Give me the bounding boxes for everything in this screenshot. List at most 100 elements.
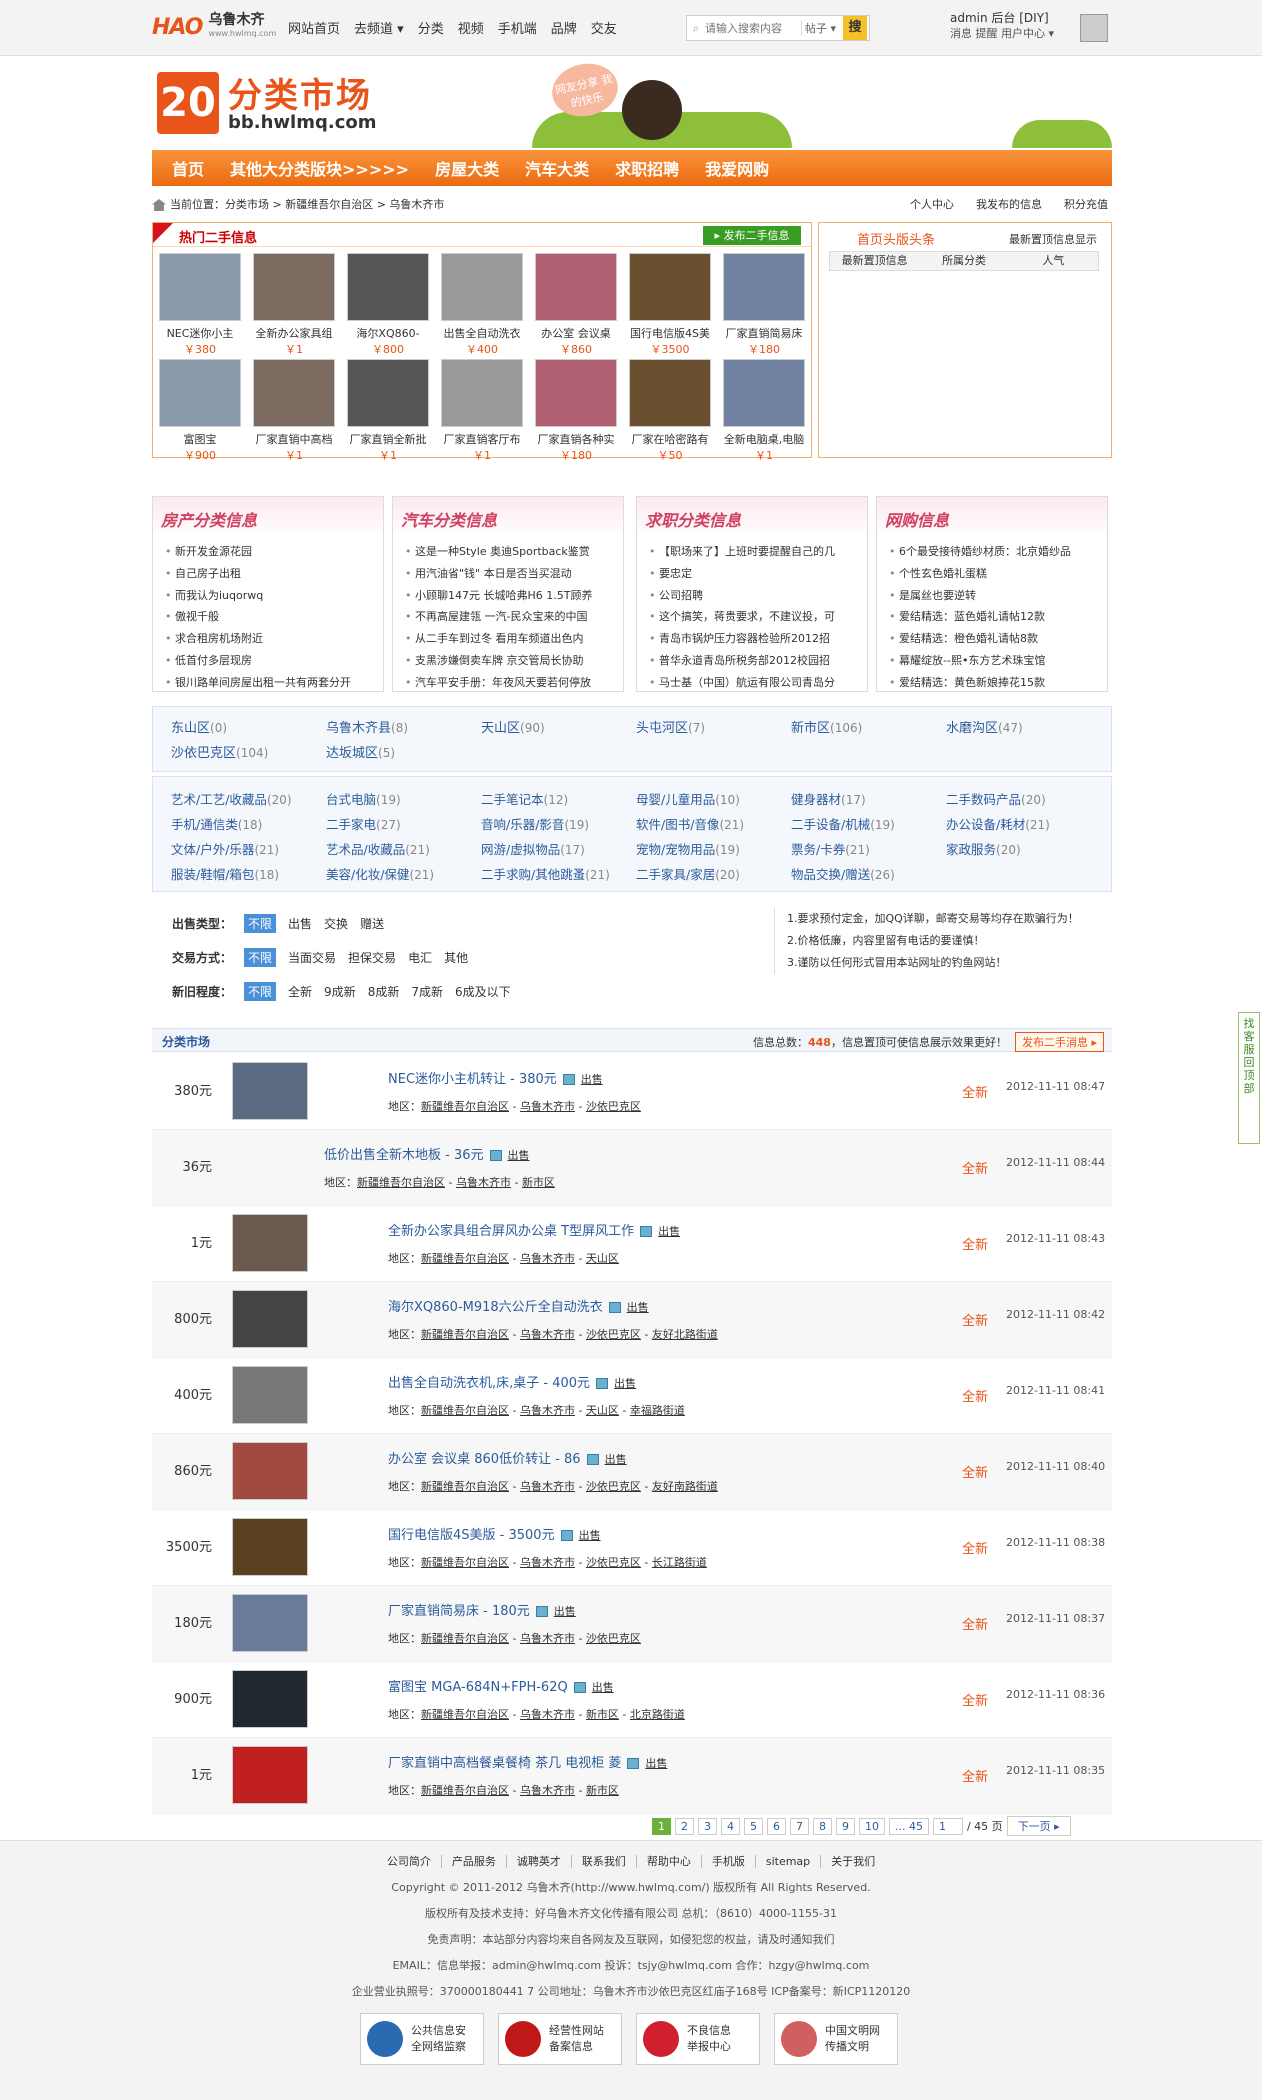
category-link[interactable]: 母婴/儿童用品(10) xyxy=(636,789,791,808)
publish-secondhand-button[interactable]: ▸ 发布二手信息 xyxy=(703,226,801,245)
item-name[interactable]: 水磨沟区 xyxy=(946,721,998,736)
shortcut-link[interactable]: 我发布的信息 xyxy=(976,196,1042,212)
side-float-bar[interactable]: 找客服 回顶部 xyxy=(1238,1012,1260,1144)
item-name[interactable]: 软件/图书/音像 xyxy=(636,817,719,832)
category-link[interactable]: 服装/鞋帽/箱包(18) xyxy=(171,864,326,883)
region-link[interactable]: 水磨沟区(47) xyxy=(946,717,1101,736)
row-title[interactable]: 海尔XQ860-M918六公斤全自动洗衣 xyxy=(388,1300,603,1315)
category-link[interactable]: 票务/卡券(21) xyxy=(791,839,946,858)
main-nav-item[interactable]: 汽车大类 xyxy=(525,156,589,180)
row-title[interactable]: 厂家直销简易床 - 180元 xyxy=(388,1604,530,1619)
category-link[interactable]: 二手求购/其他跳蚤(21) xyxy=(481,864,636,883)
category-link[interactable]: 宠物/宠物用品(19) xyxy=(636,839,791,858)
row-title[interactable]: 全新办公家具组合屏风办公桌 T型屏风工作 xyxy=(388,1224,634,1239)
list-item[interactable]: 傲视千般 xyxy=(165,606,377,628)
region-link[interactable]: 乌鲁木齐县(8) xyxy=(326,717,481,736)
item-name[interactable]: 手机/通信类 xyxy=(171,817,238,832)
row-image[interactable] xyxy=(232,1518,308,1576)
location-link[interactable]: 乌鲁木齐市 xyxy=(456,1176,511,1189)
item-name[interactable]: 二手家具/家居 xyxy=(636,867,715,882)
headline-tab[interactable]: 最新置顶信息 xyxy=(830,252,919,270)
hot-item[interactable]: 办公室 会议桌 ￥860 xyxy=(535,253,617,357)
list-item[interactable]: 低首付多层现房 xyxy=(165,650,377,672)
row-title[interactable]: 厂家直销中高档餐桌餐椅 茶几 电视柜 菱 xyxy=(388,1756,621,1771)
location-link[interactable]: 沙依巴克区 xyxy=(586,1632,641,1645)
filter-option[interactable]: 不限 xyxy=(244,914,277,933)
location-link[interactable]: 乌鲁木齐市 xyxy=(520,1784,575,1797)
location-link[interactable]: 新疆维吾尔自治区 xyxy=(421,1252,509,1265)
filter-option[interactable]: 交换 xyxy=(324,915,348,932)
category-card-title[interactable]: 房产分类信息 xyxy=(161,507,257,531)
hot-item-image[interactable] xyxy=(629,253,711,321)
list-item[interactable]: 公司招聘 xyxy=(649,585,861,607)
location-link[interactable]: 乌鲁木齐市 xyxy=(520,1100,575,1113)
list-item[interactable]: 新开发金源花园 xyxy=(165,541,377,563)
page-link[interactable]: 2 xyxy=(675,1817,694,1835)
hot-item[interactable]: 富图宝 ￥900 xyxy=(159,359,241,463)
list-item[interactable]: 求合租房机场附近 xyxy=(165,628,377,650)
hot-item-title[interactable]: 富图宝 xyxy=(159,431,241,447)
hot-item-image[interactable] xyxy=(441,359,523,427)
hot-item-title[interactable]: 出售全自动洗衣 xyxy=(441,325,523,341)
row-tag[interactable]: 出售 xyxy=(645,1757,667,1770)
item-name[interactable]: 办公设备/耗材 xyxy=(946,817,1025,832)
row-title[interactable]: 办公室 会议桌 860低价转让 - 86 xyxy=(388,1452,581,1467)
filter-option[interactable]: 电汇 xyxy=(408,949,432,966)
item-name[interactable]: 服装/鞋帽/箱包 xyxy=(171,867,254,882)
hot-item-image[interactable] xyxy=(535,253,617,321)
row-tag[interactable]: 出售 xyxy=(579,1529,601,1542)
next-page-button[interactable]: 下一页 ▸ xyxy=(1006,1816,1071,1836)
hot-item[interactable]: 厂家直销全新批 ￥1 xyxy=(347,359,429,463)
hot-item[interactable]: 国行电信版4S美 ￥3500 xyxy=(629,253,711,357)
main-nav-item[interactable]: 求职招聘 xyxy=(615,156,679,180)
hot-item[interactable]: 厂家直销简易床 ￥180 xyxy=(723,253,805,357)
region-link[interactable]: 新市区(106) xyxy=(791,717,946,736)
category-link[interactable]: 软件/图书/音像(21) xyxy=(636,814,791,833)
headline-tab[interactable]: 所属分类 xyxy=(919,252,1008,270)
location-link[interactable]: 长江路街道 xyxy=(652,1556,707,1569)
row-image[interactable] xyxy=(232,1062,308,1120)
list-item[interactable]: 是属丝也要逆转 xyxy=(889,585,1101,607)
hot-item-image[interactable] xyxy=(347,359,429,427)
list-item[interactable]: 小顾聊147元 长城哈弗H6 1.5T顾养 xyxy=(405,585,617,607)
location-link[interactable]: 天山区 xyxy=(586,1252,619,1265)
list-item[interactable]: 【职场来了】上班时要提醒自己的几 xyxy=(649,541,861,563)
item-name[interactable]: 二手家电 xyxy=(326,817,376,832)
site-logo[interactable]: HAO 乌鲁木齐 www.hwlmq.com xyxy=(152,12,276,42)
row-tag[interactable]: 出售 xyxy=(554,1605,576,1618)
location-link[interactable]: 乌鲁木齐市 xyxy=(520,1252,575,1265)
filter-option[interactable]: 赠送 xyxy=(360,915,384,932)
page-link[interactable]: 5 xyxy=(744,1817,763,1835)
top-nav-item[interactable]: 去频道 ▾ xyxy=(354,18,404,37)
list-item[interactable]: 银川路单间房屋出租一共有两套分开 xyxy=(165,672,377,694)
location-link[interactable]: 乌鲁木齐市 xyxy=(520,1404,575,1417)
row-image[interactable] xyxy=(232,1442,308,1500)
item-name[interactable]: 天山区 xyxy=(481,721,520,736)
location-link[interactable]: 乌鲁木齐市 xyxy=(520,1556,575,1569)
list-item[interactable]: 青岛市锅炉压力容器检验所2012招 xyxy=(649,628,861,650)
hot-item[interactable]: 厂家直销各种实 ￥180 xyxy=(535,359,617,463)
hot-item-image[interactable] xyxy=(347,253,429,321)
item-name[interactable]: 家政服务 xyxy=(946,842,996,857)
item-name[interactable]: 美容/化妆/保健 xyxy=(326,867,409,882)
footer-badge[interactable]: 不良信息 举报中心 xyxy=(636,2013,760,2065)
hot-item-image[interactable] xyxy=(723,253,805,321)
hot-item-title[interactable]: 全新办公家具组 xyxy=(253,325,335,341)
hot-item-image[interactable] xyxy=(159,253,241,321)
hot-item[interactable]: 海尔XQ860- ￥800 xyxy=(347,253,429,357)
top-nav-item[interactable]: 交友 xyxy=(591,18,617,37)
list-item[interactable]: 不再高屋建瓴 一汽-民众宝来的中国 xyxy=(405,606,617,628)
location-link[interactable]: 新疆维吾尔自治区 xyxy=(421,1328,509,1341)
location-link[interactable]: 沙依巴克区 xyxy=(586,1328,641,1341)
hot-item-title[interactable]: 厂家直销全新批 xyxy=(347,431,429,447)
item-name[interactable]: 艺术品/收藏品 xyxy=(326,842,405,857)
item-name[interactable]: 网游/虚拟物品 xyxy=(481,842,560,857)
row-title[interactable]: 低价出售全新木地板 - 36元 xyxy=(324,1148,484,1163)
hot-item-image[interactable] xyxy=(723,359,805,427)
main-nav-item[interactable]: 首页 xyxy=(172,156,204,180)
hot-item-image[interactable] xyxy=(253,253,335,321)
category-link[interactable]: 美容/化妆/保健(21) xyxy=(326,864,481,883)
main-nav-item[interactable]: 我爱网购 xyxy=(705,156,769,180)
hot-item-title[interactable]: NEC迷你小主 xyxy=(159,325,241,341)
footer-link[interactable]: 关于我们 xyxy=(821,1855,885,1868)
